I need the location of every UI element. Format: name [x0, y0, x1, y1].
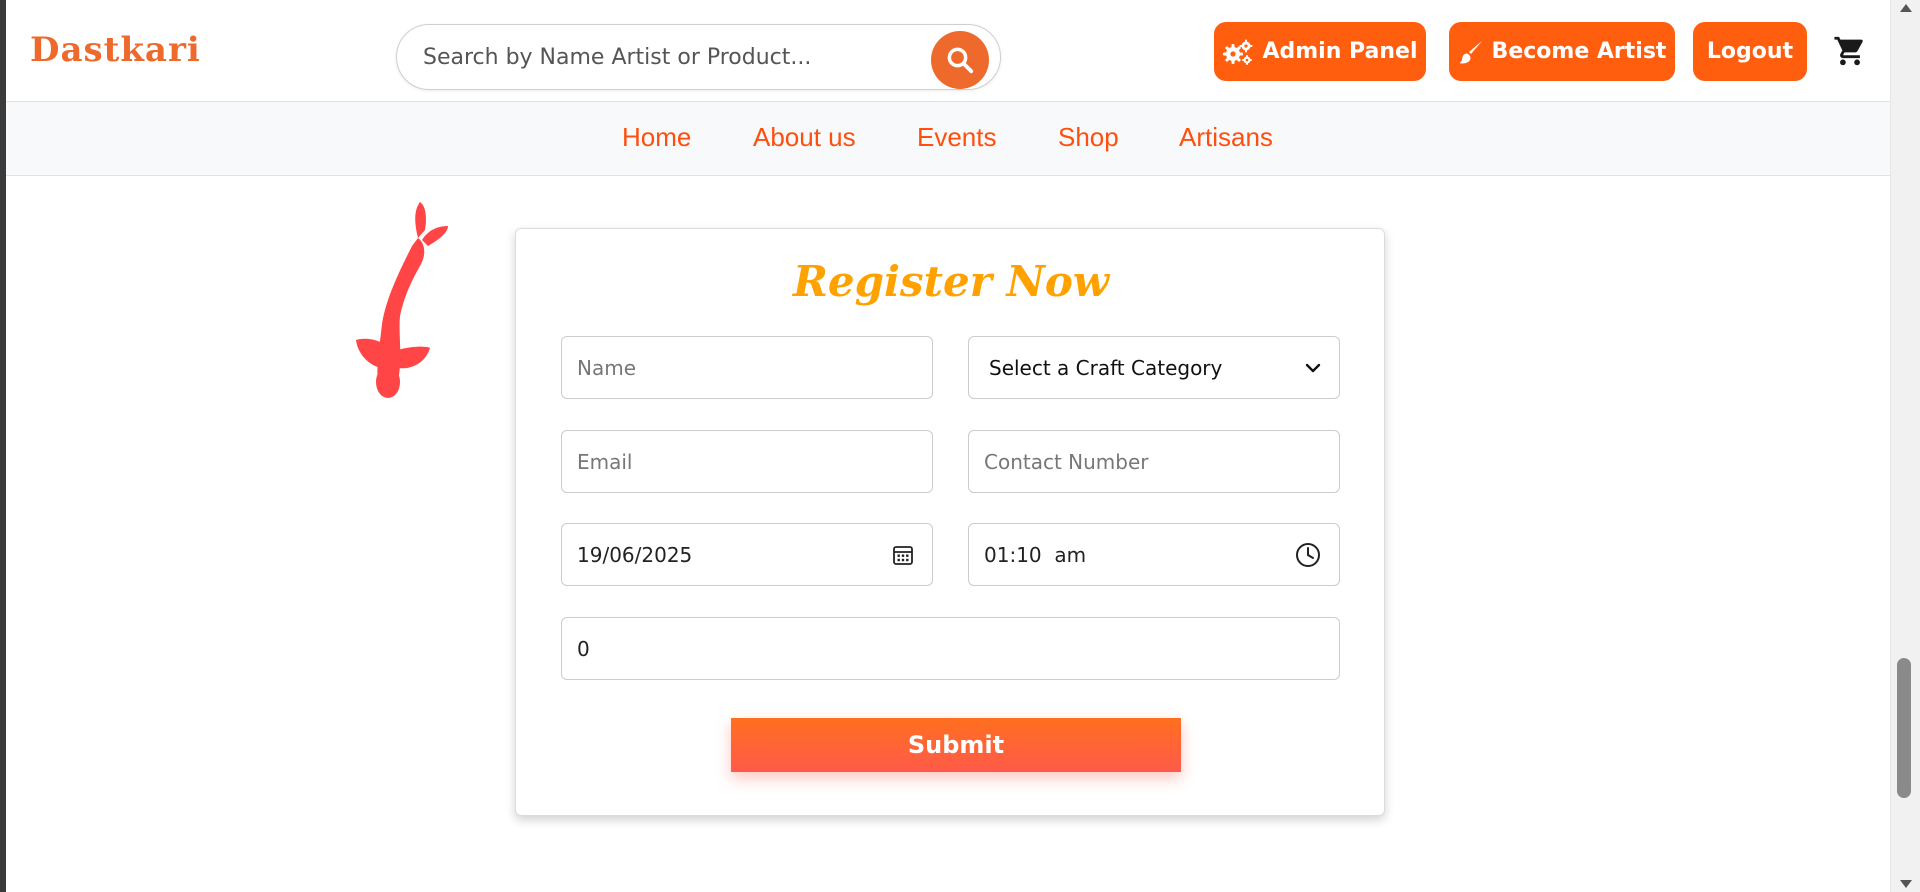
submit-button[interactable]: Submit: [731, 718, 1181, 772]
site-logo[interactable]: Dastkari: [30, 30, 201, 70]
craft-category-value: Select a Craft Category: [989, 355, 1223, 380]
admin-panel-button[interactable]: Admin Panel: [1214, 22, 1426, 81]
time-input[interactable]: 01:10 am: [968, 523, 1340, 586]
contact-number-input[interactable]: Contact Number: [968, 430, 1340, 493]
search-bar: [396, 24, 1001, 90]
logout-button[interactable]: Logout: [1693, 22, 1807, 81]
form-title: Register Now: [792, 257, 1110, 306]
gears-icon: [1223, 39, 1253, 65]
search-icon: [947, 47, 974, 74]
page: Dastkari Search by Name Artist or Produc…: [6, 0, 1890, 892]
nav-shop[interactable]: Shop: [1058, 122, 1119, 153]
scroll-up-arrow-icon[interactable]: [1900, 4, 1912, 12]
time-value: 01:10 am: [984, 542, 1087, 567]
calendar-icon[interactable]: [892, 544, 914, 566]
cart-icon[interactable]: [1832, 34, 1868, 68]
nav-artisans[interactable]: Artisans: [1179, 122, 1273, 153]
email-input[interactable]: Email: [561, 430, 933, 493]
scroll-thumb[interactable]: [1897, 658, 1911, 798]
paint-brush-icon: [1459, 40, 1482, 63]
become-artist-button[interactable]: Become Artist: [1449, 22, 1675, 81]
logout-label: Logout: [1706, 39, 1794, 64]
admin-panel-label: Admin Panel: [1262, 39, 1418, 64]
nav-home[interactable]: Home: [622, 122, 691, 153]
main-nav: Home About us Events Shop Artisans: [6, 102, 1890, 176]
nav-about-us[interactable]: About us: [753, 122, 856, 153]
date-input[interactable]: 19/06/2025: [561, 523, 933, 586]
page-scrollbar[interactable]: [1890, 0, 1920, 892]
nav-events[interactable]: Events: [917, 122, 997, 153]
search-input[interactable]: [423, 39, 903, 75]
quantity-input[interactable]: 0: [561, 617, 1340, 680]
become-artist-label: Become Artist: [1491, 39, 1667, 64]
site-header: Dastkari Search by Name Artist or Produc…: [6, 0, 1890, 102]
chevron-down-icon: [1305, 363, 1321, 372]
search-button[interactable]: [931, 31, 989, 89]
craft-category-select[interactable]: Select a Craft Category: [968, 336, 1340, 399]
register-form-card: Register Now Name Select a Craft Categor…: [515, 228, 1385, 816]
name-input[interactable]: Name: [561, 336, 933, 399]
koi-fish-icon: [356, 202, 448, 398]
clock-icon[interactable]: [1295, 542, 1321, 568]
date-value: 19/06/2025: [577, 542, 693, 567]
scroll-down-arrow-icon[interactable]: [1900, 880, 1912, 888]
